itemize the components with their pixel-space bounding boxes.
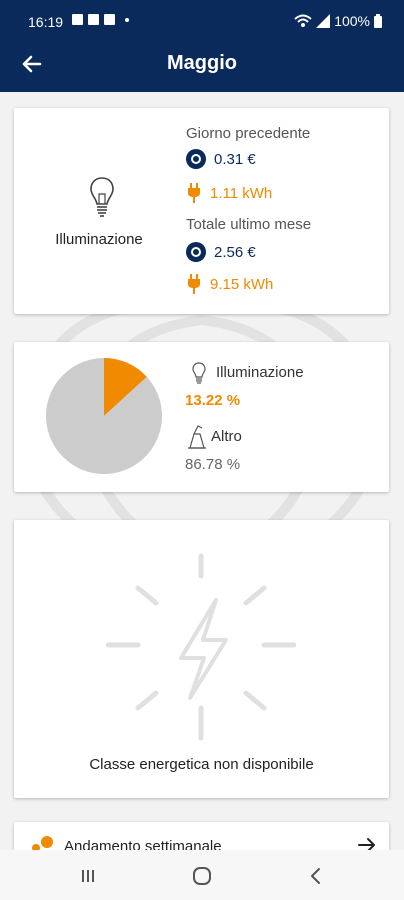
breakdown-item2-label: Altro bbox=[211, 428, 242, 445]
prev-day-energy-value: 1.11 kWh bbox=[210, 184, 273, 202]
back-nav-icon[interactable] bbox=[308, 867, 322, 885]
prev-day-cost: 0.31 € bbox=[186, 149, 256, 169]
last-month-cost-value: 2.56 € bbox=[214, 243, 256, 261]
energy-class-unavailable-icon bbox=[106, 553, 296, 741]
coin-icon bbox=[186, 242, 206, 262]
breakdown-item1-value: 13.22 % bbox=[185, 392, 241, 409]
app-bar: Maggio bbox=[0, 36, 404, 92]
lightbulb-icon bbox=[90, 177, 114, 217]
battery-icon bbox=[374, 14, 382, 28]
last-month-label: Totale ultimo mese bbox=[186, 216, 312, 233]
recent-apps-icon[interactable] bbox=[80, 868, 96, 884]
last-month-energy-value: 9.15 kWh bbox=[210, 275, 274, 293]
consumption-pie-chart bbox=[46, 358, 162, 474]
last-month-cost: 2.56 € bbox=[186, 242, 256, 262]
home-icon[interactable] bbox=[192, 866, 212, 886]
page-title: Maggio bbox=[167, 52, 237, 74]
prev-day-cost-value: 0.31 € bbox=[214, 150, 256, 168]
signal-icon bbox=[316, 14, 331, 28]
breakdown-card[interactable]: Illuminazione 13.22 % Altro 86.78 % bbox=[14, 342, 389, 492]
breakdown-item1-label: Illuminazione bbox=[216, 364, 304, 381]
breakdown-item2-value: 86.78 % bbox=[185, 456, 241, 473]
plug-icon bbox=[188, 274, 200, 294]
app-icon bbox=[88, 14, 99, 25]
app-icon-2 bbox=[104, 14, 115, 25]
prev-day-energy: 1.11 kWh bbox=[186, 183, 272, 203]
lightbulb-small-icon bbox=[192, 362, 206, 384]
summary-card[interactable]: Illuminazione Giorno precedente 0.31 € 1… bbox=[14, 108, 389, 314]
coin-icon bbox=[186, 149, 206, 169]
energy-class-card: Classe energetica non disponibile bbox=[14, 520, 389, 798]
prev-day-label: Giorno precedente bbox=[186, 125, 311, 142]
system-nav-bar bbox=[0, 850, 404, 900]
appliance-icon bbox=[188, 425, 206, 449]
battery-percent: 100% bbox=[334, 13, 370, 29]
status-right: 100% bbox=[294, 13, 382, 29]
notification-icons bbox=[72, 14, 129, 25]
plug-icon bbox=[188, 183, 200, 203]
energy-class-text: Classe energetica non disponibile bbox=[89, 756, 314, 773]
category-label: Illuminazione bbox=[55, 231, 143, 248]
last-month-energy: 9.15 kWh bbox=[186, 274, 273, 294]
wifi-icon bbox=[294, 14, 312, 27]
more-notifications-icon bbox=[125, 17, 129, 22]
gallery-icon bbox=[72, 14, 83, 25]
status-bar: 16:19 100% bbox=[0, 0, 404, 36]
status-time: 16:19 bbox=[28, 14, 64, 30]
